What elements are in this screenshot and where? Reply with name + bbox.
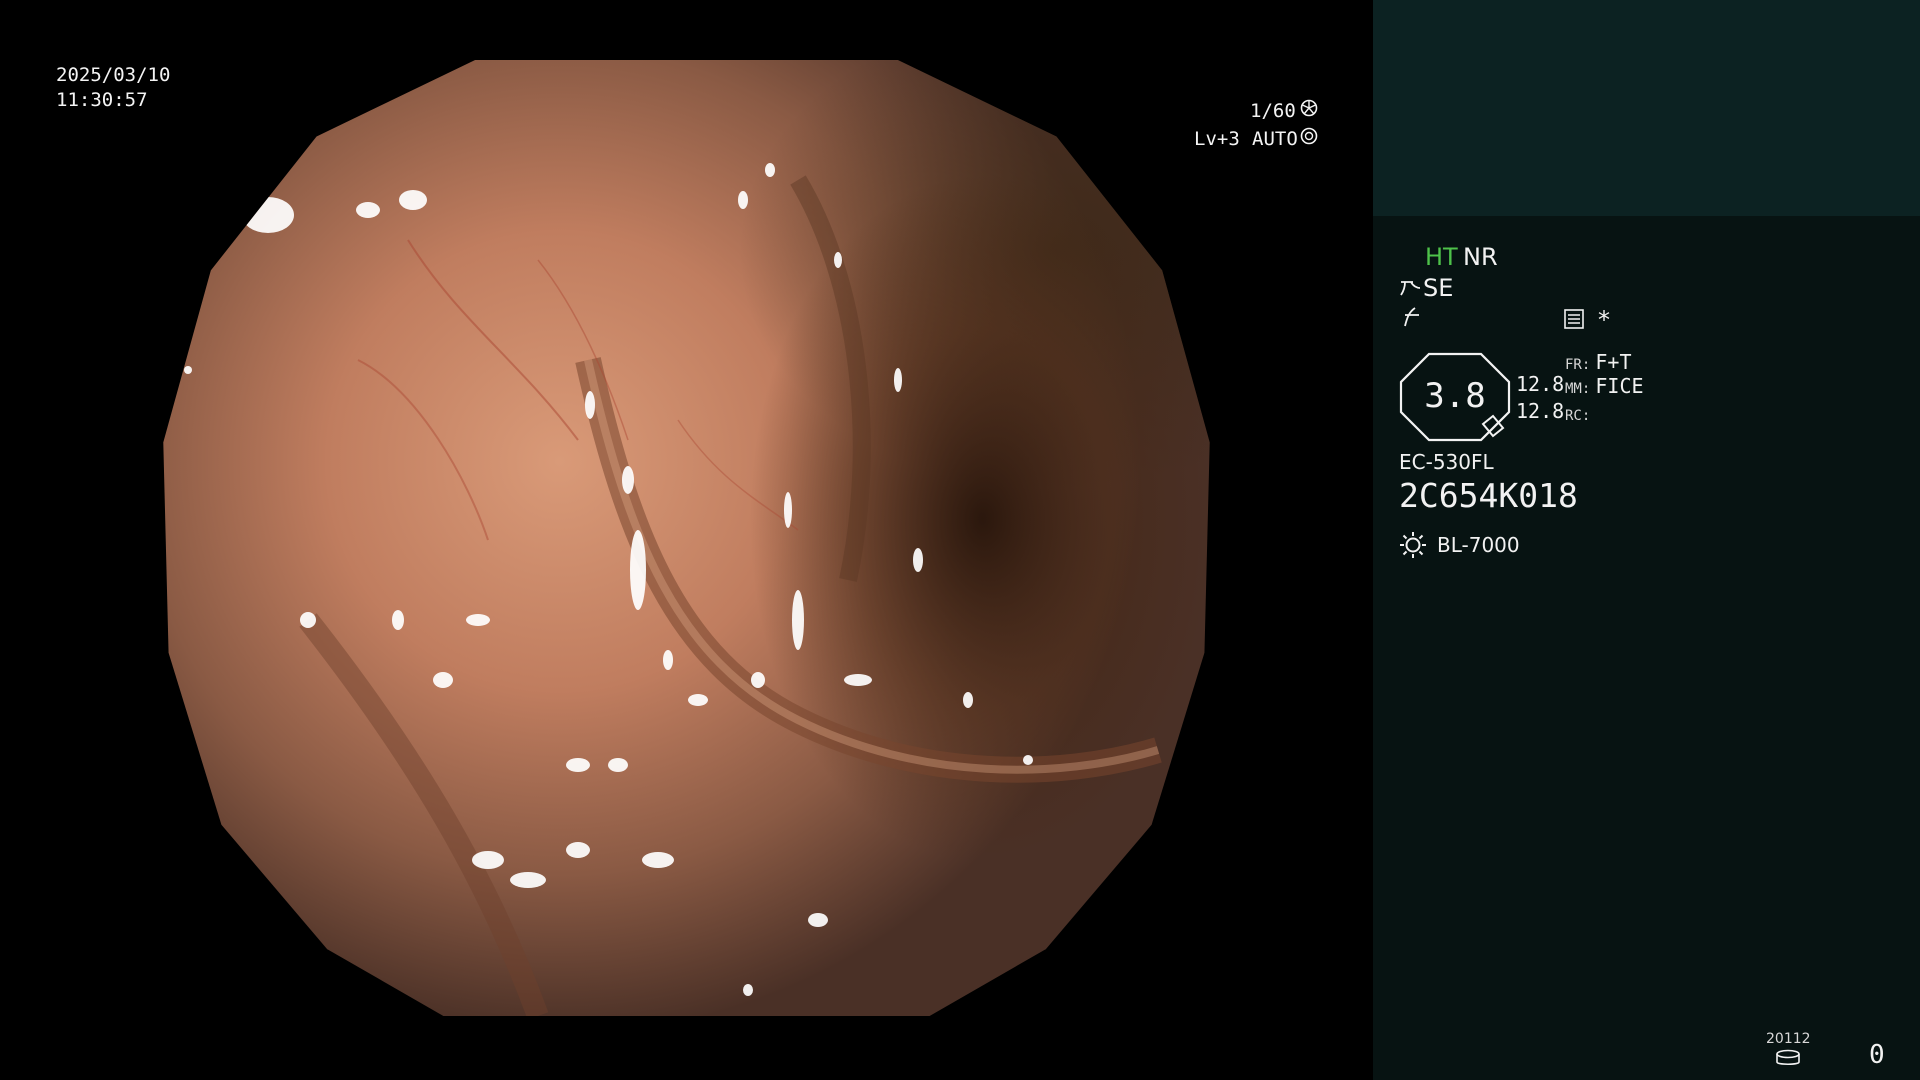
param-rc-key: RC: xyxy=(1565,408,1591,424)
menu-icon xyxy=(1563,308,1585,334)
param-mm: MM: FICE xyxy=(1565,374,1644,398)
iris-icon xyxy=(1300,127,1318,152)
nr-indicator: NR xyxy=(1463,243,1498,271)
param-fr-key: FR: xyxy=(1565,357,1591,373)
se-indicator: SE xyxy=(1423,274,1454,302)
brightness-level-label: Lv+3 xyxy=(1194,128,1240,150)
info-panel: HT NR SE * 3.8 12.8 12.8 FR: F+T MM: FIC… xyxy=(1373,0,1920,1080)
freeze-icon xyxy=(1401,306,1423,332)
endoscope-video-viewport: 2025/03/10 11:30:57 1/60 Lv+3 AUTO xyxy=(0,0,1373,1080)
zoom-badge: 3.8 xyxy=(1399,352,1511,442)
storage-count-label: 20112 xyxy=(1766,1031,1811,1047)
param-mm-key: MM: xyxy=(1565,381,1591,397)
shutter-icon xyxy=(1300,99,1318,124)
param-fr: FR: F+T xyxy=(1565,350,1632,374)
time-label: 11:30:57 xyxy=(56,89,148,111)
patient-info-header xyxy=(1373,0,1920,216)
date-label: 2025/03/10 xyxy=(56,64,171,86)
ht-indicator: HT xyxy=(1425,243,1458,271)
param-mm-value: FICE xyxy=(1595,374,1644,398)
zoom-sub-top: 12.8 xyxy=(1516,372,1565,396)
scope-model-label: EC-530FL xyxy=(1399,450,1494,474)
zoom-sub-bottom: 12.8 xyxy=(1516,399,1565,423)
mucosa-texture xyxy=(184,163,1162,1016)
storage-icon xyxy=(1775,1049,1801,1071)
param-fr-value: F+T xyxy=(1595,350,1632,374)
endoscope-image xyxy=(163,60,1210,1016)
shutter-speed-label: 1/60 xyxy=(1250,100,1296,122)
param-rc: RC: xyxy=(1565,401,1590,425)
asterisk-indicator: * xyxy=(1598,306,1610,334)
iris-mode-label: AUTO xyxy=(1252,128,1298,150)
zoom-tag-icon xyxy=(1479,414,1505,444)
scope-serial-label: 2C654K018 xyxy=(1399,476,1578,515)
capture-count-label: 0 xyxy=(1869,1040,1885,1070)
ht-label: HT xyxy=(1425,243,1458,271)
zoom-value: 3.8 xyxy=(1424,376,1486,416)
light-source-icon xyxy=(1399,531,1427,563)
light-source-label: BL-7000 xyxy=(1437,533,1520,557)
structure-icon xyxy=(1399,276,1421,302)
